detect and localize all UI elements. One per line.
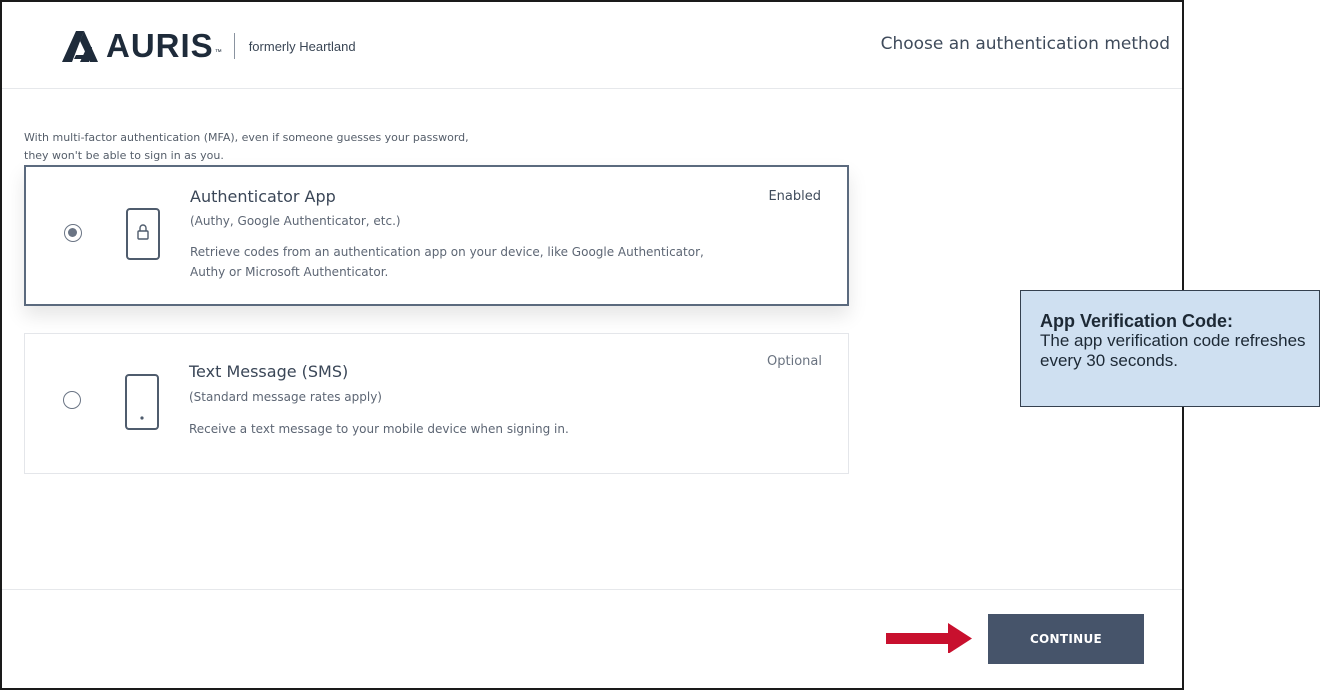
- method-card-text-message[interactable]: Text Message (SMS) (Standard message rat…: [24, 333, 849, 474]
- method-card-authenticator-app[interactable]: Authenticator App (Authy, Google Authent…: [24, 165, 849, 306]
- method-status-badge: Enabled: [768, 189, 821, 204]
- radio-text-message[interactable]: [63, 391, 81, 409]
- brand-subtitle: formerly Heartland: [248, 38, 356, 54]
- header: AURIS ™ formerly Heartland Choose an auth…: [2, 2, 1182, 89]
- method-subtitle: (Standard message rates apply): [189, 390, 382, 404]
- annotation-callout: App Verification Code: The app verificat…: [1020, 290, 1320, 407]
- intro-text: With multi-factor authentication (MFA), …: [24, 129, 624, 165]
- method-description: Retrieve codes from an authentication ap…: [190, 245, 704, 279]
- callout-title: App Verification Code:: [1040, 311, 1234, 331]
- phone-lock-icon: [126, 208, 160, 260]
- auris-logo: AURIS ™ formerly Heartland: [60, 26, 356, 66]
- continue-button[interactable]: CONTINUE: [988, 614, 1144, 664]
- method-title: Text Message (SMS): [189, 362, 349, 381]
- intro-line: they won't be able to sign in as you.: [24, 149, 224, 162]
- intro-line: With multi-factor authentication (MFA), …: [24, 131, 469, 144]
- method-description: Receive a text message to your mobile de…: [189, 422, 569, 436]
- method-status-badge: Optional: [767, 354, 822, 369]
- logo-divider: [233, 33, 235, 59]
- trademark-mark: ™: [214, 48, 222, 56]
- method-title: Authenticator App: [190, 187, 336, 206]
- brand-name: AURIS: [106, 27, 214, 64]
- footer-divider: [2, 589, 1182, 590]
- mfa-dialog: AURIS ™ formerly Heartland Choose an auth…: [0, 0, 1184, 690]
- mobile-phone-icon: [125, 374, 159, 430]
- radio-authenticator-app[interactable]: [64, 224, 82, 242]
- page-title: Choose an authentication method: [880, 34, 1170, 54]
- auris-logo-mark-icon: [62, 31, 98, 62]
- callout-body: The app verification code refreshes ever…: [1040, 331, 1306, 370]
- method-subtitle: (Authy, Google Authenticator, etc.): [190, 214, 401, 228]
- pointer-arrow-icon: [886, 623, 972, 653]
